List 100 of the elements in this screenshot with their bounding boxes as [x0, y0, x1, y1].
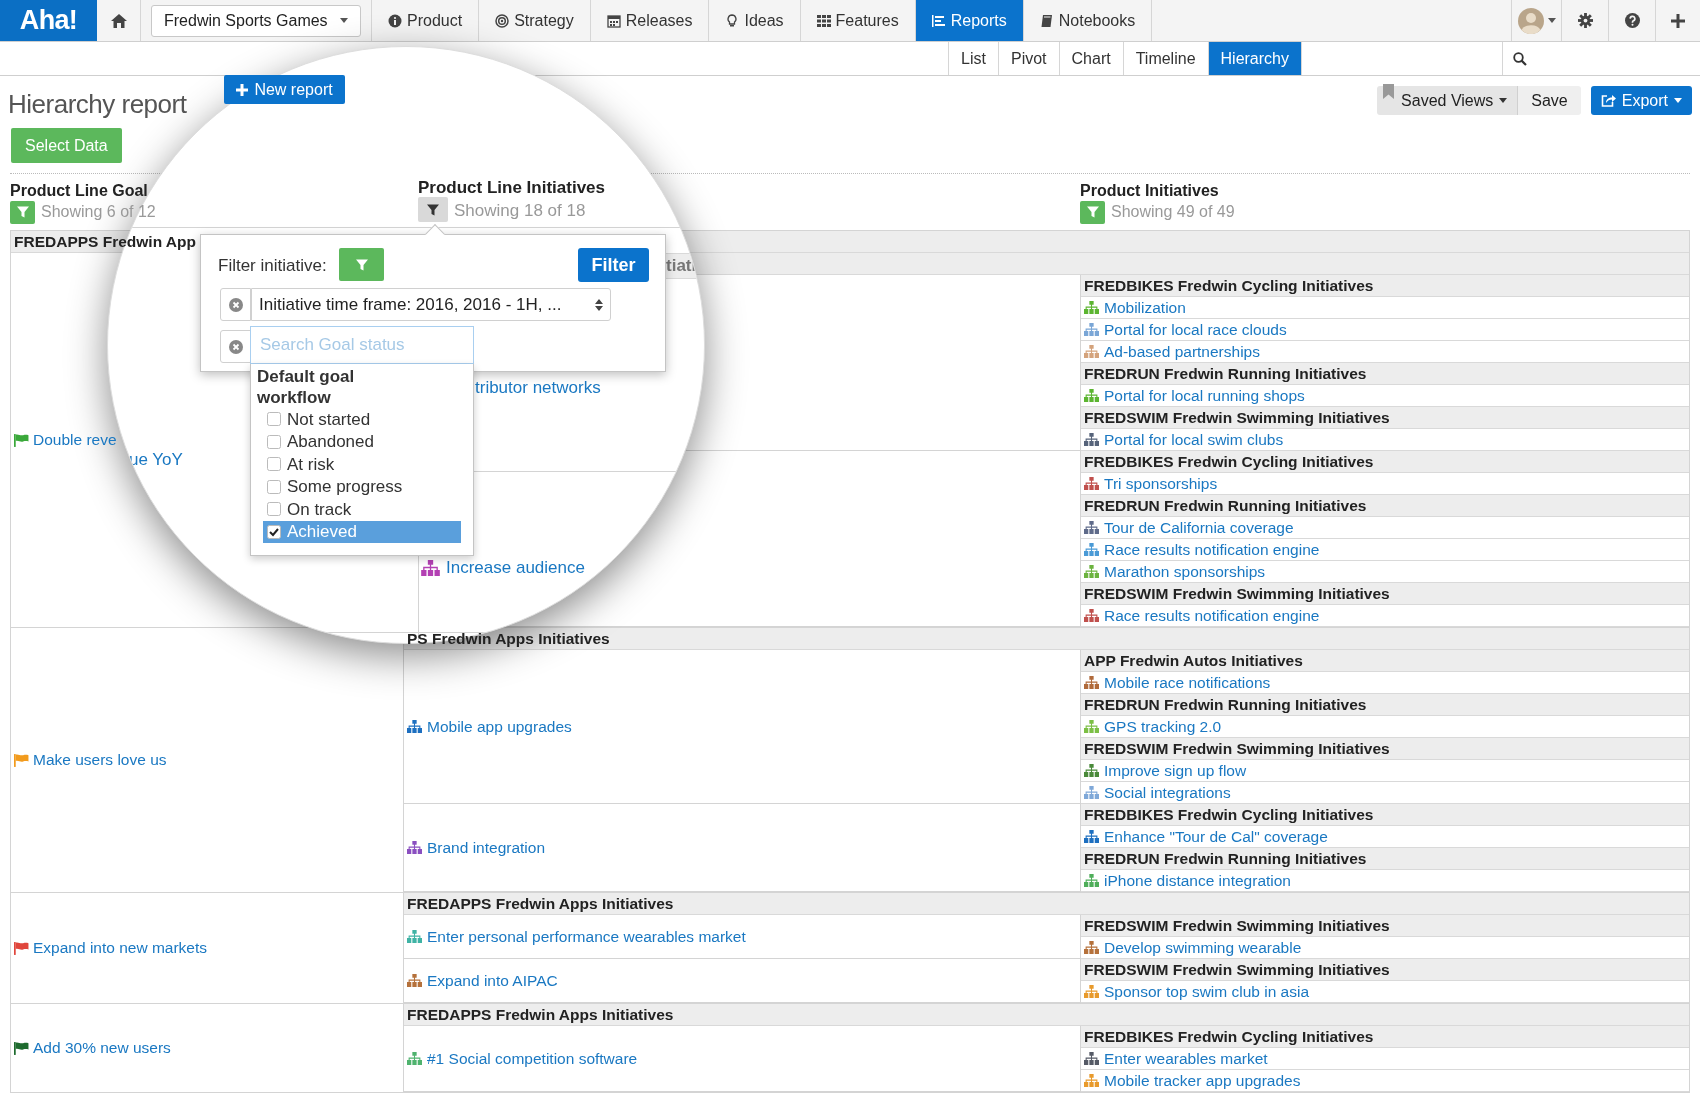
- search-icon: [1513, 51, 1527, 66]
- nav-tab[interactable]: Notebooks: [1023, 0, 1153, 41]
- nav-tab[interactable]: Product: [372, 0, 480, 41]
- export-button[interactable]: Export: [1590, 86, 1692, 115]
- filter-button[interactable]: [418, 197, 448, 222]
- group-header: FREDBIKES Fredwin Cycling Initiatives: [1084, 1026, 1374, 1047]
- product-picker[interactable]: Fredwin Sports Games: [151, 4, 361, 37]
- nav-tab[interactable]: Strategy: [479, 0, 591, 41]
- lightbulb-icon: [725, 13, 740, 28]
- home-icon: [110, 13, 127, 28]
- goal-link[interactable]: Expand into new markets: [33, 936, 208, 960]
- logo[interactable]: Aha!: [0, 0, 97, 41]
- report-tab[interactable]: Timeline: [1122, 42, 1208, 75]
- report-tab[interactable]: Hierarchy: [1207, 42, 1301, 75]
- group-header: APP Fredwin Autos Initiatives: [1084, 650, 1303, 671]
- report-tab[interactable]: Chart: [1058, 42, 1123, 75]
- initiative-link[interactable]: Increase audience: [446, 555, 585, 581]
- goal-link[interactable]: Make users love us: [33, 748, 167, 772]
- initiative-link[interactable]: Sponsor top swim club in asia: [1104, 979, 1310, 1004]
- help-icon: [1624, 13, 1640, 28]
- clear-button[interactable]: [220, 288, 251, 321]
- caret-icon: [1499, 98, 1508, 103]
- filter-count: Showing 6 of 12: [41, 202, 156, 222]
- caret-icon: [1674, 98, 1682, 103]
- search-field[interactable]: Search Goal status: [250, 326, 474, 364]
- group-header: PS Fredwin Apps Initiatives: [407, 628, 610, 649]
- option-item[interactable]: Not started: [263, 408, 461, 431]
- option-group-label: Default goal workflow: [256, 366, 356, 408]
- select-data-button[interactable]: Select Data: [11, 128, 122, 163]
- share-icon: [1600, 94, 1616, 107]
- nav-tab[interactable]: Ideas: [709, 0, 801, 41]
- funnel-icon: [354, 257, 369, 272]
- filter-toggle-button[interactable]: [339, 248, 384, 281]
- initiative-link[interactable]: Race results notification engine: [1104, 537, 1320, 562]
- initiative-link[interactable]: #1 Social competition software: [427, 1046, 638, 1071]
- group-header: FREDSWIM Fredwin Swimming Initiatives: [1084, 959, 1390, 980]
- group-header: FREDSWIM Fredwin Swimming Initiatives: [1084, 583, 1390, 604]
- goal-link[interactable]: Add 30% new users: [33, 1036, 171, 1060]
- group-header: FREDBIKES Fredwin Cycling Initiatives: [1084, 451, 1374, 472]
- initiative-link[interactable]: Tour de California coverage: [1104, 515, 1294, 540]
- book-icon: [1039, 13, 1054, 28]
- nav-tab[interactable]: Reports: [915, 0, 1024, 41]
- goal-link[interactable]: tributor networks: [475, 375, 601, 401]
- nav-tab[interactable]: Features: [800, 0, 916, 41]
- target-icon: [495, 13, 510, 28]
- select-field[interactable]: Initiative time frame: 2016, 2016 - 1H, ...: [251, 288, 611, 321]
- option-item[interactable]: Abandoned: [263, 430, 461, 453]
- group-header: FREDAPPS Fredwin Apps Initiatives: [407, 893, 674, 914]
- initiative-link[interactable]: Enter personal performance wearables market: [427, 924, 746, 949]
- initiative-link[interactable]: Enhance "Tour de Cal" coverage: [1104, 824, 1328, 849]
- clear-button[interactable]: [220, 330, 251, 363]
- option-item[interactable]: Achieved: [263, 520, 461, 543]
- calendar-icon: [606, 13, 621, 28]
- filter-label: Filter initiative:: [218, 255, 327, 277]
- initiative-link[interactable]: Expand into AIPAC: [427, 968, 558, 993]
- initiative-link[interactable]: Tri sponsorships: [1104, 471, 1218, 496]
- clear-icon: [228, 339, 243, 354]
- column-title: Product Line Goal: [10, 181, 148, 200]
- initiative-link[interactable]: Portal for local running shops: [1104, 383, 1305, 408]
- report-tab[interactable]: Pivot: [997, 42, 1059, 75]
- report-tab[interactable]: List: [948, 42, 998, 75]
- group-header: FREDAPPS Fredwin Apps Initiatives: [407, 1004, 674, 1025]
- filter-button[interactable]: Filter: [578, 248, 649, 282]
- nav-tab[interactable]: Releases: [590, 0, 710, 41]
- funnel-icon: [15, 205, 30, 219]
- option-item[interactable]: On track: [263, 498, 461, 521]
- group-header: FREDRUN Fredwin Running Initiatives: [1084, 848, 1367, 869]
- initiative-link[interactable]: Brand integration: [427, 835, 546, 860]
- initiative-link[interactable]: Develop swimming wearable: [1104, 935, 1302, 960]
- bookmark-icon: [1383, 84, 1395, 99]
- option-item[interactable]: At risk: [263, 453, 461, 476]
- caret-icon: [1547, 18, 1556, 23]
- group-header: FREDRUN Fredwin Running Initiatives: [1084, 495, 1367, 516]
- initiative-link[interactable]: Enter wearables market: [1104, 1046, 1268, 1071]
- funnel-icon: [1085, 205, 1100, 219]
- initiative-link[interactable]: Marathon sponsorships: [1104, 559, 1266, 584]
- group-header: FREDSWIM Fredwin Swimming Initiatives: [1084, 738, 1390, 759]
- initiative-link[interactable]: Improve sign up flow: [1104, 758, 1247, 783]
- initiative-link[interactable]: Mobile app upgrades: [427, 714, 572, 739]
- filter-count: Showing 49 of 49: [1111, 202, 1235, 222]
- initiative-link[interactable]: Portal for local swim clubs: [1104, 427, 1284, 452]
- save-button[interactable]: Save: [1517, 86, 1581, 115]
- initiative-link[interactable]: Race results notification engine: [1104, 603, 1320, 628]
- initiative-link[interactable]: Portal for local race clouds: [1104, 317, 1287, 342]
- initiative-link[interactable]: Mobile tracker app upgrades: [1104, 1068, 1301, 1093]
- column-title: Product Line Initiatives: [418, 177, 606, 199]
- initiative-link[interactable]: iPhone distance integration: [1104, 868, 1291, 893]
- option-item[interactable]: Some progress: [263, 475, 461, 498]
- initiative-link[interactable]: Mobilization: [1104, 295, 1186, 320]
- saved-views-button[interactable]: Saved Views: [1377, 86, 1518, 115]
- settings-icon: [1577, 13, 1593, 28]
- initiative-link[interactable]: GPS tracking 2.0: [1104, 714, 1222, 739]
- page-title: Hierarchy report: [8, 88, 187, 121]
- goal-link[interactable]: Double reve: [33, 428, 117, 452]
- funnel-icon: [426, 202, 440, 217]
- initiative-link[interactable]: Ad-based partnerships: [1104, 339, 1260, 364]
- new-report-button[interactable]: New report: [224, 75, 345, 104]
- group-header: FREDSWIM Fredwin Swimming Initiatives: [1084, 407, 1390, 428]
- initiative-link[interactable]: Social integrations: [1104, 780, 1231, 805]
- initiative-link[interactable]: Mobile race notifications: [1104, 670, 1271, 695]
